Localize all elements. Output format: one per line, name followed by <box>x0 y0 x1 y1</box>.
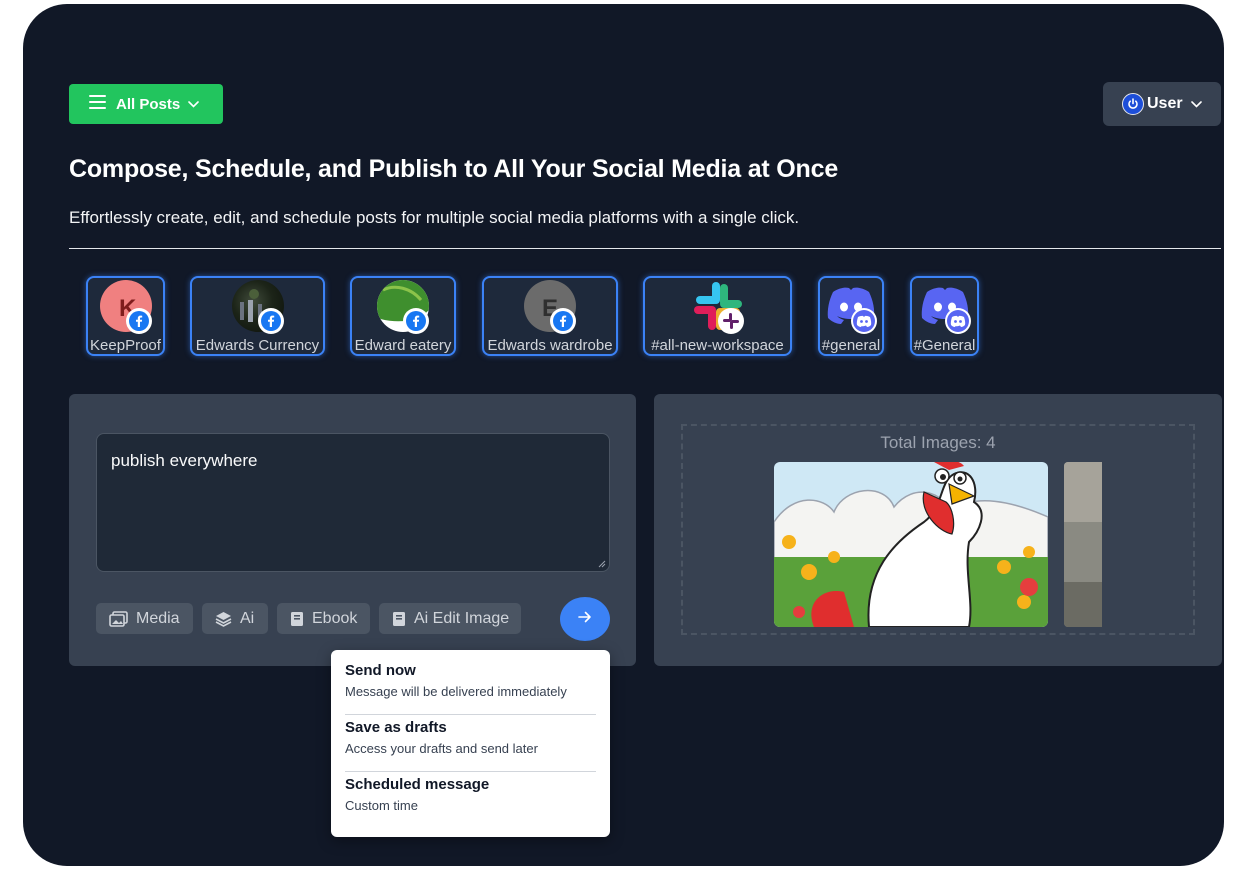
account-edwards-wardrobe[interactable]: E Edwards wardrobe <box>482 276 618 356</box>
account-general-1[interactable]: #general <box>818 276 884 356</box>
menu-item-description: Message will be delivered immediately <box>345 684 567 699</box>
resize-corner-icon <box>1219 861 1224 866</box>
ai-edit-image-button[interactable]: Ai Edit Image <box>379 603 521 634</box>
total-images-label: Total Images: 4 <box>880 433 996 452</box>
ai-button[interactable]: Ai <box>202 603 268 634</box>
resize-handle-icon[interactable] <box>598 560 606 568</box>
divider <box>69 248 1221 249</box>
discord-icon <box>944 308 971 334</box>
account-keepproof[interactable]: K KeepProof <box>86 276 165 356</box>
media-button[interactable]: Media <box>96 603 193 634</box>
discord-icon <box>851 308 877 334</box>
post-text-input[interactable]: publish everywhere <box>96 433 610 572</box>
image-thumbnail[interactable] <box>1064 462 1102 627</box>
account-name: #general <box>821 337 881 354</box>
facebook-icon <box>550 308 576 334</box>
image-thumbnail[interactable] <box>774 462 1048 627</box>
page-subtitle: Effortlessly create, edit, and schedule … <box>69 208 800 227</box>
all-posts-label: All Posts <box>116 95 181 113</box>
account-name: Edward eatery <box>354 337 452 354</box>
account-edwards-currency[interactable]: Edwards Currency <box>190 276 325 356</box>
send-button[interactable] <box>560 597 610 641</box>
post-text: publish everywhere <box>111 451 258 470</box>
account-name: Edwards Currency <box>195 337 320 354</box>
image-dropzone[interactable]: Total Images: 4 <box>681 424 1195 635</box>
menu-divider <box>345 771 596 772</box>
book-icon <box>392 611 406 627</box>
menu-item-save-drafts[interactable]: Save as drafts Access your drafts and se… <box>345 719 596 756</box>
facebook-icon <box>257 308 284 334</box>
book-icon <box>290 611 304 627</box>
media-label: Media <box>136 609 180 627</box>
app-window: All Posts User Compose, Schedule, and Pu… <box>23 4 1224 866</box>
ai-label: Ai <box>240 609 255 627</box>
ebook-button[interactable]: Ebook <box>277 603 370 634</box>
account-all-new-workspace[interactable]: #all-new-workspace <box>643 276 792 356</box>
power-icon <box>1122 93 1144 115</box>
user-menu-button[interactable]: User <box>1103 82 1221 126</box>
user-label: User <box>1147 95 1183 112</box>
facebook-icon <box>403 308 429 334</box>
menu-icon <box>89 95 106 113</box>
images-icon <box>109 610 128 627</box>
menu-item-send-now[interactable]: Send now Message will be delivered immed… <box>345 662 596 699</box>
menu-item-scheduled[interactable]: Scheduled message Custom time <box>345 776 596 813</box>
slack-icon <box>717 308 744 334</box>
account-name: Edwards wardrobe <box>487 337 613 354</box>
facebook-icon <box>125 308 152 334</box>
ai-edit-image-label: Ai Edit Image <box>414 609 510 627</box>
account-name: #all-new-workspace <box>651 337 784 354</box>
menu-item-description: Access your drafts and send later <box>345 741 538 756</box>
menu-item-title: Save as drafts <box>345 719 447 736</box>
media-panel: Total Images: 4 <box>654 394 1222 666</box>
menu-divider <box>345 714 596 715</box>
page-title: Compose, Schedule, and Publish to All Yo… <box>69 155 839 183</box>
account-name: KeepProof <box>90 337 161 354</box>
ebook-label: Ebook <box>312 609 358 627</box>
account-edward-eatery[interactable]: Edward eatery <box>350 276 456 356</box>
all-posts-button[interactable]: All Posts <box>69 84 223 124</box>
menu-item-title: Send now <box>345 662 416 679</box>
menu-item-title: Scheduled message <box>345 776 490 793</box>
layers-icon <box>215 611 232 627</box>
chevron-down-icon <box>188 100 199 108</box>
send-options-menu: Send now Message will be delivered immed… <box>331 650 610 837</box>
chevron-down-icon <box>1190 100 1202 108</box>
composer-panel: publish everywhere Media Ai Ebook Ai Edi… <box>69 394 636 666</box>
account-name: #General <box>913 337 976 354</box>
arrow-right-icon <box>578 610 592 628</box>
menu-item-description: Custom time <box>345 798 418 813</box>
account-general-2[interactable]: #General <box>910 276 979 356</box>
